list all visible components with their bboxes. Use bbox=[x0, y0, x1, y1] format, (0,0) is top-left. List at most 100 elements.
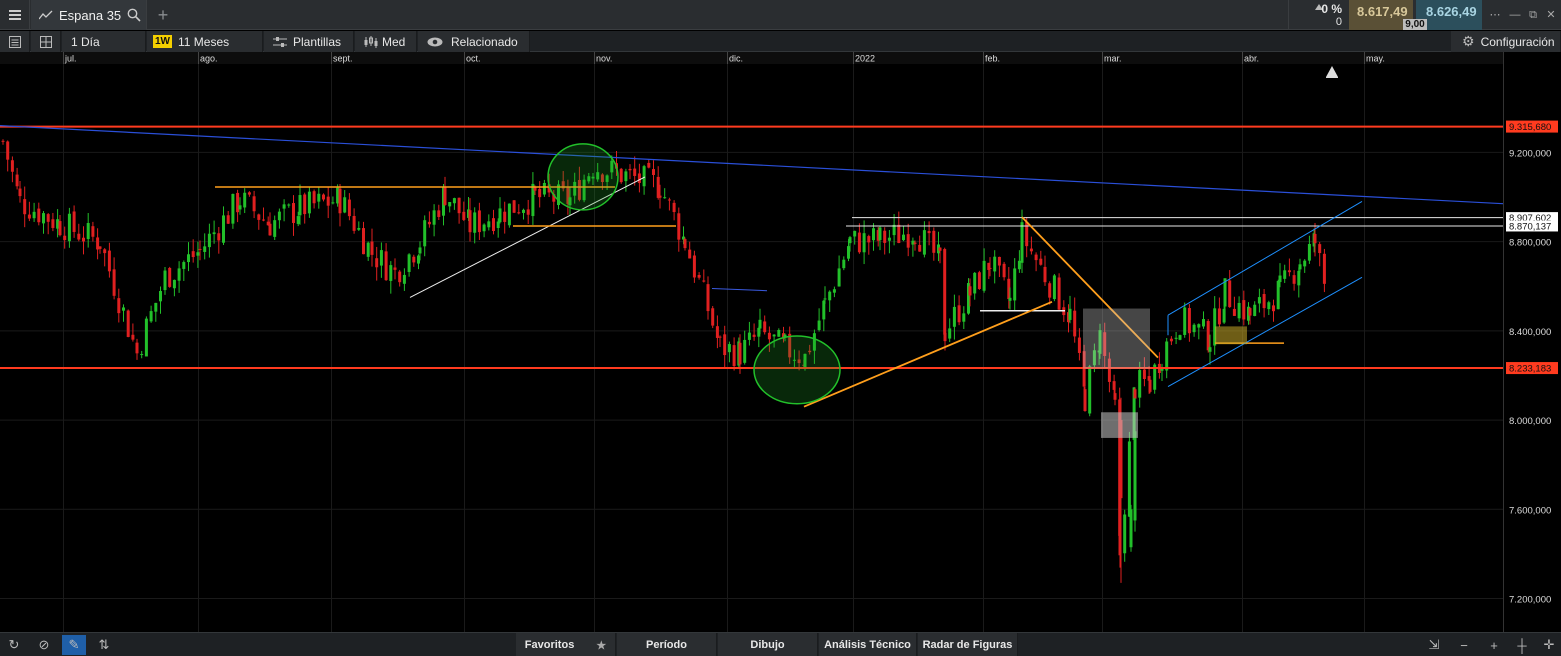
candle-body bbox=[658, 195, 662, 198]
chart-line-icon bbox=[39, 10, 53, 20]
candle-body bbox=[517, 212, 521, 214]
y-tick-label: 8.000,000 bbox=[1509, 416, 1551, 427]
templates-button[interactable]: Plantillas bbox=[264, 31, 354, 52]
eye-icon bbox=[427, 37, 443, 46]
candle-body bbox=[452, 198, 456, 204]
crosshair-icon[interactable]: ┼ bbox=[1510, 635, 1534, 655]
candle-body bbox=[352, 215, 356, 231]
interval-select[interactable]: 1 Día bbox=[62, 31, 146, 52]
settings-button[interactable]: ⚙ Configuración bbox=[1451, 31, 1561, 52]
candle-body bbox=[262, 219, 265, 221]
med-button[interactable]: Med bbox=[355, 31, 417, 52]
hamburger-icon bbox=[8, 10, 21, 20]
candle-body bbox=[303, 194, 307, 215]
candle-body bbox=[962, 313, 966, 322]
candle-body bbox=[1088, 366, 1092, 414]
tab-pattern-radar[interactable]: Radar de Figuras bbox=[918, 633, 1018, 656]
candle-body bbox=[1123, 514, 1127, 554]
price-chart[interactable]: jul. ago. sept. oct. nov. dic. 2022 feb. mar. abr… bbox=[0, 52, 1561, 632]
candle-body bbox=[231, 193, 235, 224]
candle-body bbox=[777, 329, 781, 337]
technical-label: Análisis Técnico bbox=[824, 639, 911, 651]
candle-body bbox=[1183, 307, 1187, 335]
list-view-button[interactable] bbox=[0, 31, 30, 52]
plus-icon: + bbox=[157, 4, 169, 25]
tab-favorites[interactable]: Favoritos ★ bbox=[516, 633, 616, 656]
candle-body bbox=[1133, 389, 1137, 399]
zoom-in-icon[interactable]: + bbox=[1482, 635, 1506, 655]
candle-body bbox=[338, 188, 342, 214]
candle-body bbox=[257, 214, 261, 220]
candle-body bbox=[723, 334, 727, 356]
candle-body bbox=[154, 302, 158, 312]
candle-body bbox=[828, 291, 832, 301]
candle-body bbox=[656, 176, 660, 198]
related-button[interactable]: Relacionado bbox=[418, 31, 530, 52]
star-icon: ★ bbox=[596, 639, 607, 652]
candle-body bbox=[135, 342, 139, 354]
refresh-icon[interactable]: ↻ bbox=[2, 635, 26, 655]
candle-body bbox=[507, 203, 511, 226]
sort-arrows-icon[interactable]: ⇅ bbox=[92, 635, 116, 655]
layout-button[interactable] bbox=[31, 31, 61, 52]
candle-body bbox=[1208, 347, 1212, 352]
candle-body bbox=[1217, 308, 1221, 325]
x-tick-label: dic. bbox=[729, 54, 743, 64]
long-trendline bbox=[0, 125, 1504, 205]
candle-body bbox=[168, 267, 172, 287]
candle-body bbox=[362, 228, 365, 255]
block-icon[interactable]: ⊘ bbox=[32, 635, 56, 655]
candle-body bbox=[1257, 297, 1261, 304]
candle-body bbox=[832, 289, 836, 293]
candle-body bbox=[672, 202, 676, 213]
candle-body bbox=[913, 242, 917, 244]
tab-technical-analysis[interactable]: Análisis Técnico bbox=[819, 633, 917, 656]
add-tab-button[interactable]: + bbox=[150, 0, 176, 30]
candle-body bbox=[633, 168, 637, 176]
candle-body bbox=[1138, 370, 1142, 398]
candle-body bbox=[498, 208, 502, 223]
chart-canvas[interactable]: jul. ago. sept. oct. nov. dic. 2022 feb. mar. abr… bbox=[0, 52, 1561, 632]
candle-body bbox=[1034, 254, 1038, 261]
close-icon[interactable]: ✕ bbox=[1544, 8, 1558, 22]
range-select[interactable]: 1W 11 Meses bbox=[147, 31, 263, 52]
candle-body bbox=[287, 204, 291, 206]
search-icon[interactable] bbox=[127, 8, 141, 22]
bottom-toolbar: ↻ ⊘ ✎ ⇅ Favoritos ★ Período Dibujo Análi… bbox=[0, 632, 1561, 656]
cursor-icon[interactable]: ✛ bbox=[1537, 635, 1561, 655]
pencil-icon[interactable]: ✎ bbox=[62, 635, 86, 655]
zoom-out-icon[interactable]: − bbox=[1452, 635, 1476, 655]
candle-body bbox=[897, 224, 901, 243]
instrument-tab[interactable]: Espana 35 bbox=[31, 0, 147, 30]
candle-body bbox=[326, 196, 330, 206]
candle-body bbox=[418, 247, 422, 254]
popout-icon[interactable]: ⧉ bbox=[1526, 8, 1540, 22]
candle-body bbox=[952, 306, 956, 327]
minimize-window-icon[interactable]: — bbox=[1508, 8, 1522, 22]
candle-body bbox=[503, 211, 507, 222]
candle-body bbox=[1297, 270, 1301, 286]
candle-body bbox=[1228, 280, 1232, 308]
candle-body bbox=[448, 202, 452, 207]
candle-body bbox=[624, 171, 628, 182]
candle-body bbox=[103, 249, 107, 254]
price-label: 8.233,183 bbox=[1509, 364, 1551, 375]
candle-body bbox=[1148, 379, 1152, 392]
candle-body bbox=[91, 226, 95, 237]
tab-period[interactable]: Período bbox=[617, 633, 717, 656]
fit-icon[interactable]: ⇲ bbox=[1422, 635, 1446, 655]
candle-body bbox=[1073, 310, 1077, 337]
candle-body bbox=[1262, 294, 1266, 309]
menu-button[interactable] bbox=[0, 0, 30, 30]
tab-drawing[interactable]: Dibujo bbox=[718, 633, 818, 656]
candle-body bbox=[6, 141, 10, 160]
candle-body bbox=[292, 203, 295, 223]
candle-body bbox=[922, 230, 926, 255]
candle-body bbox=[1002, 263, 1006, 278]
candle-body bbox=[207, 233, 211, 248]
candle-body bbox=[747, 332, 751, 340]
candle-body bbox=[273, 220, 277, 237]
candle-body bbox=[217, 233, 221, 241]
candle-body bbox=[878, 227, 882, 241]
minimize-icon[interactable]: ⋯ bbox=[1488, 8, 1502, 22]
